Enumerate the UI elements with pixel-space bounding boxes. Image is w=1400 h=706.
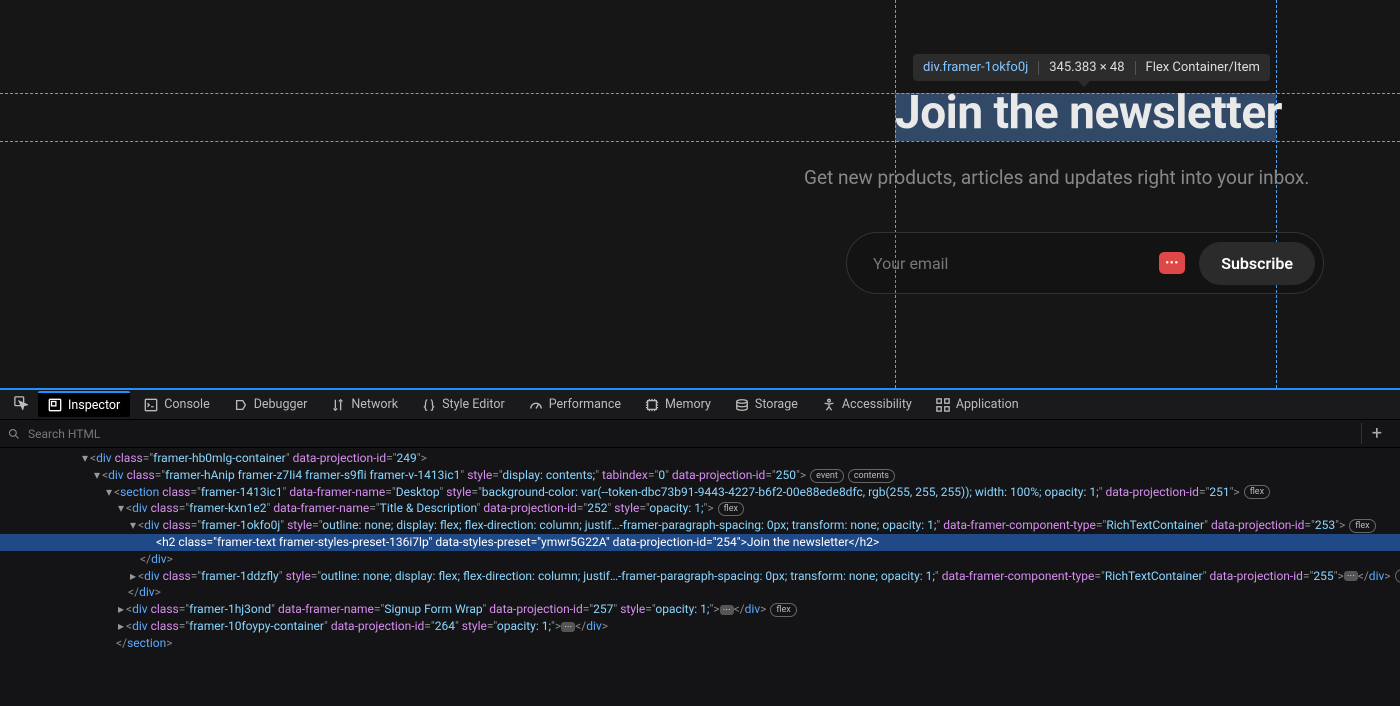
tab-debugger[interactable]: Debugger <box>224 393 318 416</box>
inspected-page: div.framer-1okfo0j 345.383 × 48 Flex Con… <box>0 0 1400 388</box>
console-icon <box>144 398 158 412</box>
dom-node-selected[interactable]: <h2 class="framer-text framer-styles-pre… <box>0 534 1400 551</box>
storage-icon <box>735 398 749 412</box>
dom-node-close[interactable]: </section> <box>0 635 1400 652</box>
style-editor-icon <box>422 398 436 412</box>
dom-node[interactable]: ▾<div class="framer-kxn1e2" data-framer-… <box>0 500 1400 517</box>
subscribe-button[interactable]: Subscribe <box>1199 242 1315 285</box>
devtools-toolbar: Inspector Console Debugger Network Style… <box>0 388 1400 420</box>
inspector-icon <box>48 398 62 412</box>
guide-horizontal <box>0 141 1400 142</box>
tab-memory[interactable]: Memory <box>635 393 721 416</box>
dom-tree[interactable]: ▾<div class="framer-hb0mlg-container" da… <box>0 448 1400 706</box>
dom-node[interactable]: ▸<div class="framer-10foypy-container" d… <box>0 618 1400 635</box>
dom-node[interactable]: ▾<div class="framer-1okfo0j" style="outl… <box>0 517 1400 534</box>
tab-inspector[interactable]: Inspector <box>38 391 130 417</box>
password-manager-icon[interactable]: ••• <box>1159 252 1185 274</box>
newsletter-subheading: Get new products, articles and updates r… <box>804 166 1309 189</box>
signup-form: ••• Subscribe <box>846 232 1324 294</box>
tab-network[interactable]: Network <box>321 393 408 416</box>
dom-node[interactable]: ▾<div class="framer-hb0mlg-container" da… <box>0 450 1400 467</box>
tab-accessibility[interactable]: Accessibility <box>812 393 922 416</box>
tab-application[interactable]: Application <box>926 393 1029 416</box>
html-search-bar: + <box>0 420 1400 448</box>
add-node-button[interactable]: + <box>1361 423 1392 444</box>
guide-vertical <box>1276 0 1277 388</box>
dom-node-close[interactable]: </div> <box>0 584 1400 601</box>
tab-console[interactable]: Console <box>134 393 219 416</box>
element-picker-icon[interactable] <box>8 392 34 418</box>
dom-node[interactable]: ▸<div class="framer-1ddzfly" style="outl… <box>0 568 1400 585</box>
debugger-icon <box>234 398 248 412</box>
newsletter-heading: Join the newsletter <box>895 86 1282 140</box>
guide-vertical <box>895 0 896 388</box>
application-icon <box>936 398 950 412</box>
tooltip-layout: Flex Container/Item <box>1146 60 1260 75</box>
inspector-tooltip: div.framer-1okfo0j 345.383 × 48 Flex Con… <box>913 54 1270 81</box>
tooltip-tag: div <box>923 60 939 75</box>
search-html-input[interactable] <box>28 427 1353 441</box>
tooltip-dimensions: 345.383 × 48 <box>1049 60 1124 75</box>
network-icon <box>331 398 345 412</box>
dom-node[interactable]: ▾<section class="framer-1413ic1" data-fr… <box>0 484 1400 501</box>
performance-icon <box>529 398 543 412</box>
dom-node[interactable]: ▸<div class="framer-1hj3ond" data-framer… <box>0 601 1400 618</box>
tab-storage[interactable]: Storage <box>725 393 808 416</box>
dom-node[interactable]: ▾<div class="framer-hAnip framer-z7Ii4 f… <box>0 467 1400 484</box>
dom-node-close[interactable]: </div> <box>0 551 1400 568</box>
email-input[interactable] <box>873 254 1145 273</box>
accessibility-icon <box>822 398 836 412</box>
memory-icon <box>645 398 659 412</box>
tooltip-class: .framer-1okfo0j <box>939 60 1028 75</box>
tab-performance[interactable]: Performance <box>519 393 631 416</box>
tab-style-editor[interactable]: Style Editor <box>412 393 515 416</box>
search-icon <box>8 428 20 440</box>
